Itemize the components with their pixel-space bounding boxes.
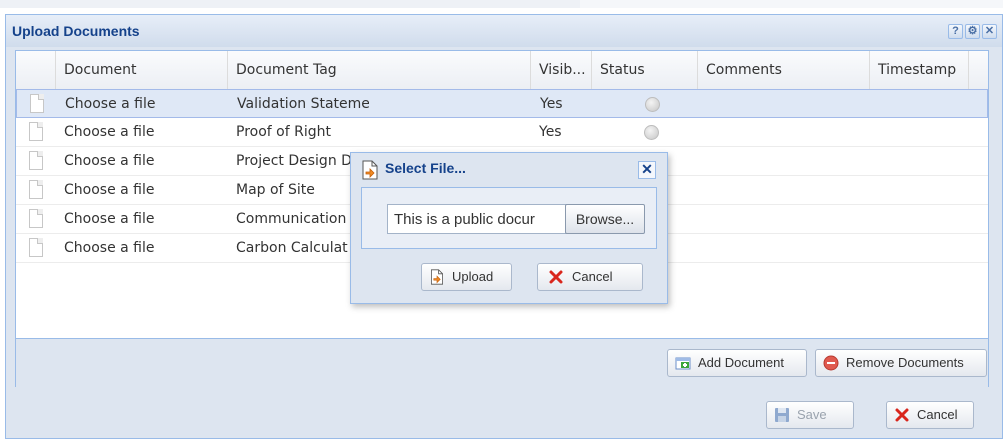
grid-toolbar: Add Document Remove Documents	[16, 338, 988, 387]
document-tag-cell: Project Design D	[236, 153, 352, 169]
dialog-cancel-icon	[549, 270, 563, 284]
visible-cell: Yes	[539, 124, 562, 140]
file-icon	[29, 180, 43, 199]
file-icon	[29, 122, 43, 141]
choose-file-link[interactable]: Choose a file	[56, 147, 228, 175]
select-file-dialog: Select File... ✕ Browse... Upload Cancel	[350, 152, 668, 304]
cancel-button[interactable]: Cancel	[886, 401, 974, 429]
background-top-strip	[0, 0, 1003, 8]
file-icon	[29, 238, 43, 257]
file-path-input[interactable]	[387, 204, 569, 234]
document-tag-cell: Communication	[236, 211, 347, 227]
add-document-icon	[675, 357, 691, 370]
upload-button[interactable]: Upload	[421, 263, 512, 291]
remove-icon	[823, 355, 839, 371]
cancel-icon	[895, 408, 909, 422]
table-row[interactable]: Choose a file Validation Statement Yes	[16, 89, 988, 118]
document-tag-cell: Validation Statement	[237, 96, 369, 112]
help-icon[interactable]: ?	[948, 24, 963, 39]
file-icon	[30, 94, 44, 113]
gear-icon[interactable]: ⚙	[965, 24, 980, 39]
column-header-icon	[16, 51, 56, 89]
grid-header: Document Document Tag Visib... Status Co…	[16, 51, 988, 90]
close-icon[interactable]: ✕	[982, 24, 997, 39]
status-indicator-icon	[644, 125, 659, 140]
status-indicator-icon	[645, 97, 660, 112]
remove-documents-button[interactable]: Remove Documents	[815, 349, 987, 377]
window-title: Upload Documents	[12, 23, 140, 39]
file-upload-icon	[362, 160, 378, 180]
upload-label: Upload	[452, 269, 494, 284]
window-header[interactable]: Upload Documents ? ⚙ ✕	[6, 15, 1002, 47]
upload-icon	[431, 269, 443, 285]
table-row[interactable]: Choose a file Proof of Right Yes	[16, 118, 988, 147]
choose-file-link[interactable]: Choose a file	[56, 176, 228, 204]
file-icon	[29, 209, 43, 228]
column-header-comments[interactable]: Comments	[698, 51, 870, 89]
choose-file-link[interactable]: Choose a file	[57, 90, 229, 118]
dialog-close-icon[interactable]: ✕	[638, 161, 656, 179]
save-button[interactable]: Save	[766, 401, 854, 429]
file-icon	[29, 151, 43, 170]
column-header-status[interactable]: Status	[592, 51, 698, 89]
dialog-cancel-label: Cancel	[572, 269, 613, 284]
column-header-timestamp[interactable]: Timestamp	[870, 51, 969, 89]
choose-file-link[interactable]: Choose a file	[56, 118, 228, 146]
dialog-title: Select File...	[385, 160, 466, 176]
column-header-visible[interactable]: Visib...	[531, 51, 592, 89]
choose-file-link[interactable]: Choose a file	[56, 234, 228, 262]
dialog-body: Browse...	[361, 187, 657, 249]
save-label: Save	[797, 407, 827, 422]
document-tag-cell: Proof of Right	[236, 124, 331, 140]
add-document-button[interactable]: Add Document	[667, 349, 807, 377]
document-tag-cell: Map of Site	[236, 182, 315, 198]
choose-file-link[interactable]: Choose a file	[56, 205, 228, 233]
dialog-cancel-button[interactable]: Cancel	[537, 263, 643, 291]
cancel-label: Cancel	[917, 407, 958, 422]
document-tag-cell: Carbon Calculat	[236, 240, 348, 256]
browse-button[interactable]: Browse...	[565, 204, 645, 234]
save-icon	[775, 408, 789, 422]
column-header-document-tag[interactable]: Document Tag	[228, 51, 531, 89]
remove-documents-label: Remove Documents	[846, 355, 964, 370]
column-header-document[interactable]: Document	[56, 51, 228, 89]
add-document-label: Add Document	[698, 355, 784, 370]
background-top-strip-segment	[580, 0, 1003, 8]
visible-cell: Yes	[540, 96, 563, 112]
